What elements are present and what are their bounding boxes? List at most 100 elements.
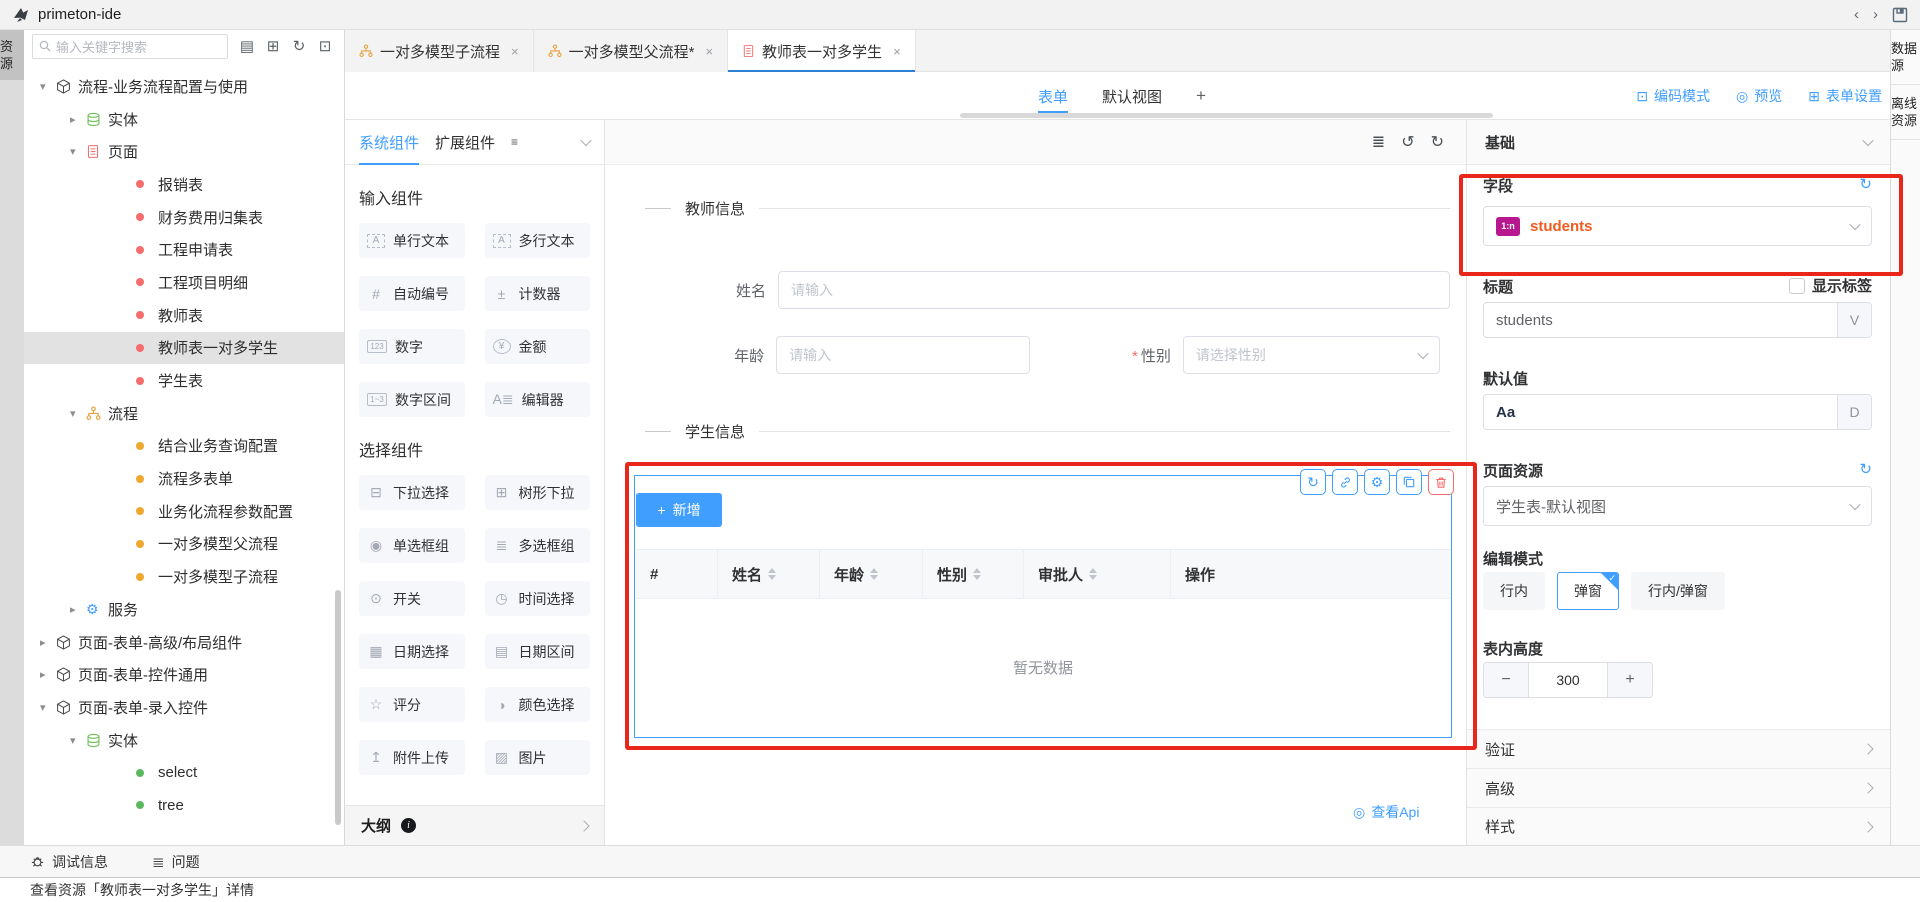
tree-item[interactable]: ⚙ 教师表一对多学生 (24, 332, 344, 365)
collapse-panel-icon[interactable]: ⊡ (314, 35, 336, 57)
subtable-column-header[interactable]: 姓名 (718, 550, 820, 598)
palette-component[interactable]: A 多行文本 (485, 223, 591, 258)
stepper-value[interactable]: 300 (1528, 663, 1608, 697)
palette-component[interactable]: ⊙ 开关 (359, 581, 465, 616)
tree-expand-icon[interactable] (70, 113, 86, 126)
nav-forward-icon[interactable]: › (1873, 7, 1878, 22)
tree-item[interactable]: ⚙ 页面-表单-录入控件 (24, 691, 344, 724)
refresh-icon[interactable]: ↻ (288, 35, 310, 57)
palette-component[interactable]: ↥ 附件上传 (359, 740, 465, 775)
palette-component[interactable]: ⊟ 下拉选择 (359, 475, 465, 510)
outline-footer[interactable]: 大纲 i (345, 805, 604, 845)
edit-mode-option[interactable]: 行内/弹窗 (1631, 572, 1725, 610)
tree-item[interactable]: ⚙ 页面-表单-高级/布局组件 (24, 626, 344, 659)
tree-expand-icon[interactable] (40, 668, 56, 681)
palette-component[interactable]: ☆ 评分 (359, 687, 465, 722)
tree-item[interactable]: ⚙ select (24, 756, 344, 789)
tab-close-icon[interactable]: × (893, 44, 901, 59)
tree-expand-icon[interactable] (70, 603, 86, 616)
props-section-style[interactable]: 样式 (1467, 807, 1890, 846)
gender-select[interactable]: 请选择性别 (1183, 336, 1440, 374)
palette-component[interactable]: # 自动编号 (359, 276, 465, 311)
subtable-column-header[interactable]: 性别 (923, 550, 1024, 598)
tree-expand-icon[interactable] (70, 407, 86, 420)
palette-component[interactable]: ◷ 时间选择 (485, 581, 591, 616)
palette-component[interactable]: ◑ 颜色选择 (485, 687, 591, 722)
debug-info-button[interactable]: 调试信息 (30, 852, 108, 872)
viewbar-action[interactable]: ⊞ 表单设置 (1808, 86, 1882, 106)
tree-item[interactable]: ⚙ 实体 (24, 103, 344, 136)
palette-component[interactable]: ▦ 日期选择 (359, 634, 465, 669)
palette-component[interactable]: ⊞ 树形下拉 (485, 475, 591, 510)
undo-icon[interactable]: ↺ (1401, 132, 1414, 152)
title-input[interactable]: students V (1483, 302, 1872, 338)
stepper-minus-button[interactable]: − (1484, 663, 1528, 697)
palette-menu-icon[interactable]: ≡ (511, 135, 518, 149)
page-resource-refresh-icon[interactable]: ↻ (1859, 460, 1872, 478)
palette-component[interactable]: ▤ 日期区间 (485, 634, 591, 669)
tree-item[interactable]: ⚙ 页面 (24, 135, 344, 168)
subtable-column-header[interactable]: # (636, 550, 718, 598)
palette-collapse-icon[interactable] (580, 135, 591, 146)
show-label-checkbox[interactable]: 显示标签 (1789, 275, 1872, 296)
search-input[interactable]: 输入关键字搜索 (32, 34, 228, 59)
sort-icon[interactable] (1089, 568, 1097, 580)
subtable-column-header[interactable]: 操作 (1171, 550, 1450, 598)
viewbar-action[interactable]: ◎ 预览 (1736, 86, 1782, 106)
palette-component[interactable]: ± 计数器 (485, 276, 591, 311)
add-row-button[interactable]: + 新增 (636, 493, 722, 527)
editor-tab[interactable]: 教师表一对多学生 × (728, 30, 916, 72)
palette-tab[interactable]: 系统组件 (359, 120, 419, 165)
tree-item[interactable]: ⚙ 工程项目明细 (24, 266, 344, 299)
page-resource-select[interactable]: 学生表-默认视图 (1483, 486, 1872, 526)
copy-icon[interactable] (1396, 469, 1422, 495)
tree-item[interactable]: ⚙ 页面-表单-控件通用 (24, 658, 344, 691)
palette-component[interactable]: ≣ 多选框组 (485, 528, 591, 563)
offline-resources-strip-tab[interactable]: 离线资源 (1891, 85, 1920, 140)
tree-expand-icon[interactable] (40, 80, 56, 93)
tree-item[interactable]: ⚙ 流程 (24, 397, 344, 430)
tree-expand-icon[interactable] (70, 145, 86, 158)
palette-component[interactable]: A 单行文本 (359, 223, 465, 258)
tree-expand-icon[interactable] (70, 734, 86, 747)
props-section-validation[interactable]: 验证 (1467, 729, 1890, 768)
checkbox[interactable] (1789, 278, 1805, 294)
tree-item[interactable]: ⚙ 工程申请表 (24, 233, 344, 266)
horizontal-scrollbar[interactable] (960, 113, 1493, 118)
edit-mode-option[interactable]: 弹窗 (1557, 572, 1619, 610)
stepper-plus-button[interactable]: + (1608, 663, 1652, 697)
tree-expand-icon[interactable] (40, 701, 56, 714)
edit-mode-option[interactable]: 行内 (1483, 572, 1545, 610)
subtable-column-header[interactable]: 年龄 (820, 550, 923, 598)
tree-item[interactable]: ⚙ 流程多表单 (24, 462, 344, 495)
tree-item[interactable]: ⚙ 流程-业务流程配置与使用 (24, 70, 344, 103)
tree-item[interactable]: ⚙ 财务费用归集表 (24, 201, 344, 234)
palette-component[interactable]: ¥ 金额 (485, 329, 591, 364)
age-input[interactable]: 请输入 (776, 336, 1030, 374)
field-select[interactable]: 1:n students (1483, 206, 1872, 246)
palette-component[interactable]: ▨ 图片 (485, 740, 591, 775)
palette-tab[interactable]: 扩展组件 (435, 120, 495, 165)
nav-back-icon[interactable]: ‹ (1854, 7, 1859, 22)
gear-icon[interactable]: ⚙ (1364, 469, 1390, 495)
view-api-link[interactable]: ◎ 查看Api (1353, 802, 1419, 822)
editor-tab[interactable]: 一对多模型子流程 × (345, 30, 534, 72)
tree-item[interactable]: ⚙ 实体 (24, 724, 344, 757)
link-icon[interactable] (1332, 469, 1358, 495)
title-variable-button[interactable]: V (1837, 303, 1871, 337)
new-folder-icon[interactable]: ⊞ (262, 35, 284, 57)
resources-strip-tab[interactable]: 资源 (0, 30, 24, 80)
tree-scrollbar[interactable] (335, 590, 341, 825)
field-refresh-icon[interactable]: ↻ (1859, 175, 1872, 193)
delete-icon[interactable] (1428, 469, 1454, 495)
tree-item[interactable]: ⚙ 结合业务查询配置 (24, 430, 344, 463)
save-icon[interactable] (1892, 7, 1908, 23)
subtable-column-header[interactable]: 审批人 (1024, 550, 1171, 598)
default-value-input[interactable]: Aa D (1483, 394, 1872, 430)
import-file-icon[interactable]: ▤ (236, 35, 258, 57)
palette-component[interactable]: 1~3 数字区间 (359, 382, 465, 417)
props-section-basic[interactable]: 基础 (1467, 120, 1890, 165)
palette-component[interactable]: 123 数字 (359, 329, 465, 364)
redo-icon[interactable]: ↻ (1431, 132, 1444, 152)
tree-item[interactable]: ⚙ 一对多模型父流程 (24, 528, 344, 561)
